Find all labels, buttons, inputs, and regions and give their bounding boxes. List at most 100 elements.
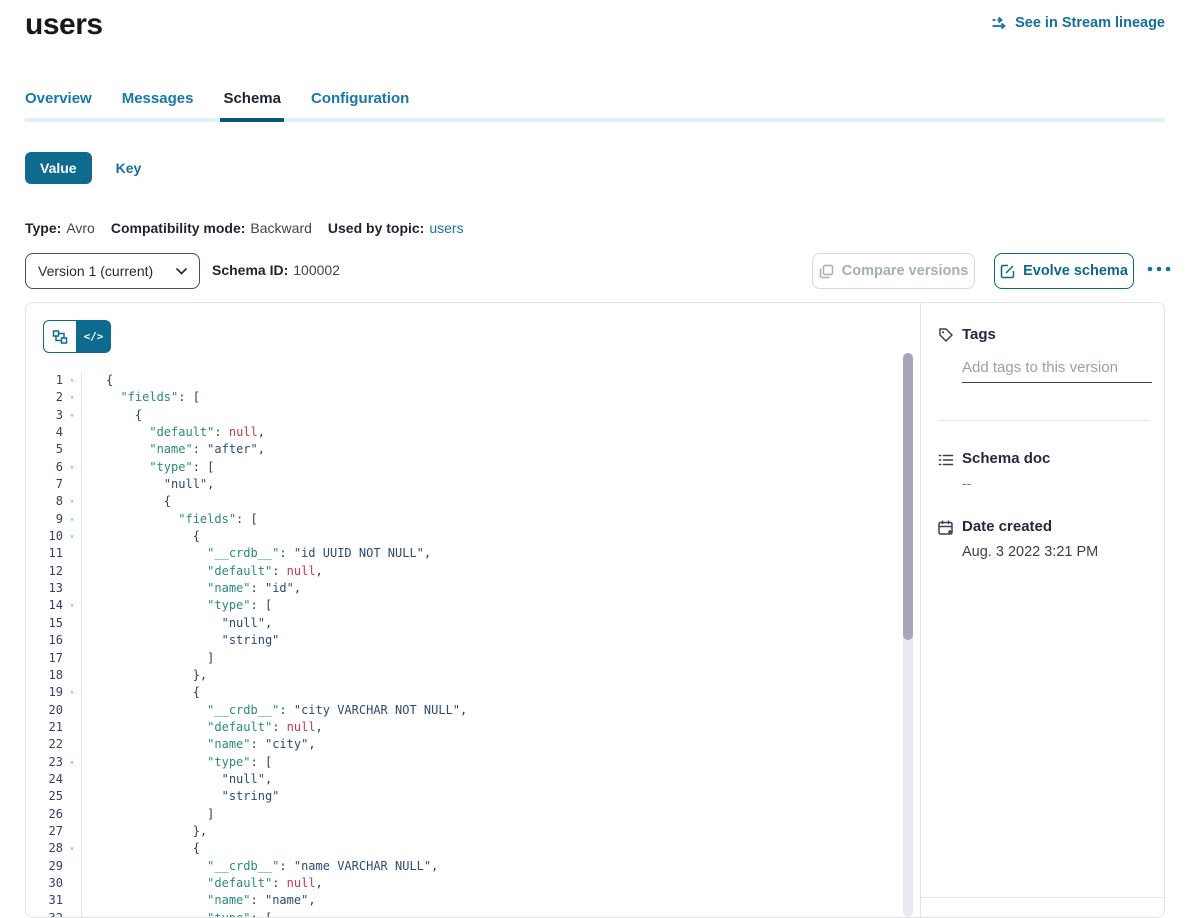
code-content: {: [106, 528, 200, 545]
editor-view-toggle: </>: [43, 320, 111, 353]
fold-arrow-icon[interactable]: ▾: [63, 372, 81, 389]
fold-spacer: [63, 563, 81, 580]
fold-arrow-icon[interactable]: ▾: [63, 459, 81, 476]
code-content: "fields": [: [106, 389, 200, 406]
code-content: },: [106, 823, 207, 840]
line-number: 2: [26, 389, 63, 406]
schema-meta-row: Type: Avro Compatibility mode: Backward …: [25, 220, 464, 236]
line-number: 13: [26, 580, 63, 597]
fold-spacer: [63, 545, 81, 562]
see-in-stream-lineage-link[interactable]: See in Stream lineage: [991, 15, 1165, 31]
fold-spacer: [63, 632, 81, 649]
fold-arrow-icon[interactable]: ▾: [63, 511, 81, 528]
line-number: 19: [26, 684, 63, 701]
tab-overview[interactable]: Overview: [25, 90, 92, 117]
fold-spacer: [63, 580, 81, 597]
fold-spacer: [63, 719, 81, 736]
code-content: "__crdb__": "id UUID NOT NULL",: [106, 545, 431, 562]
code-content: },: [106, 667, 207, 684]
code-content: {: [106, 684, 200, 701]
schema-doc-value: --: [962, 475, 971, 491]
tags-input[interactable]: [962, 359, 1152, 383]
fold-spacer: [63, 736, 81, 753]
code-content: {: [106, 840, 200, 857]
evolve-schema-button[interactable]: Evolve schema: [994, 253, 1134, 289]
chevron-down-icon: [176, 268, 187, 275]
code-content: "null",: [106, 615, 272, 632]
line-number: 17: [26, 650, 63, 667]
stream-lineage-icon: [991, 16, 1008, 30]
fold-spacer: [63, 892, 81, 909]
code-content: {: [106, 407, 142, 424]
line-number: 15: [26, 615, 63, 632]
code-content: "null",: [106, 476, 214, 493]
fold-arrow-icon[interactable]: ▾: [63, 528, 81, 545]
ellipsis-icon: [1147, 266, 1171, 272]
page-title: users: [25, 8, 103, 42]
schema-id: Schema ID: 100002: [212, 262, 340, 278]
code-content: "type": [: [106, 754, 272, 771]
fold-arrow-icon[interactable]: ▾: [63, 754, 81, 771]
tab-configuration[interactable]: Configuration: [311, 90, 409, 117]
tree-view-button[interactable]: [43, 320, 77, 353]
fold-arrow-icon[interactable]: ▾: [63, 389, 81, 406]
key-button[interactable]: Key: [116, 160, 142, 176]
fold-spacer: [63, 858, 81, 875]
code-content: "string": [106, 632, 279, 649]
line-number: 7: [26, 476, 63, 493]
fold-spacer: [63, 476, 81, 493]
code-content: {: [106, 493, 171, 510]
tags-heading: Tags: [962, 326, 996, 343]
fold-spacer: [63, 667, 81, 684]
fold-spacer: [63, 823, 81, 840]
version-select[interactable]: Version 1 (current): [25, 253, 200, 289]
code-view-button[interactable]: </>: [77, 320, 111, 353]
sidebar-divider: [921, 897, 1165, 898]
line-number: 1: [26, 372, 63, 389]
code-content: "default": null,: [106, 719, 323, 736]
code-content: "name": "id",: [106, 580, 301, 597]
line-number: 6: [26, 459, 63, 476]
fold-arrow-icon[interactable]: ▾: [63, 493, 81, 510]
code-content: "type": [: [106, 597, 272, 614]
line-number: 18: [26, 667, 63, 684]
code-content: {: [106, 372, 113, 389]
edit-box-icon: [1000, 264, 1015, 279]
value-button[interactable]: Value: [25, 152, 92, 184]
fold-spacer: [63, 615, 81, 632]
topic-link[interactable]: users: [429, 220, 463, 236]
line-number: 14: [26, 597, 63, 614]
sidebar-divider: [938, 420, 1150, 421]
compatibility-value: Backward: [250, 220, 311, 236]
lineage-link-label: See in Stream lineage: [1015, 15, 1165, 31]
compare-versions-button[interactable]: Compare versions: [812, 253, 975, 289]
tab-schema[interactable]: Schema: [223, 90, 281, 117]
fold-arrow-icon[interactable]: ▾: [63, 840, 81, 857]
fold-spacer: [63, 650, 81, 667]
fold-arrow-icon[interactable]: ▾: [63, 910, 81, 918]
line-number: 12: [26, 563, 63, 580]
line-number: 16: [26, 632, 63, 649]
list-icon: [937, 451, 955, 469]
compare-versions-label: Compare versions: [842, 263, 969, 279]
code-content: "name": "name",: [106, 892, 316, 909]
evolve-schema-label: Evolve schema: [1023, 263, 1128, 279]
code-content: ]: [106, 650, 214, 667]
line-number: 10: [26, 528, 63, 545]
code-content: "default": null,: [106, 563, 323, 580]
editor-scrollbar-thumb[interactable]: [903, 353, 913, 640]
line-number: 29: [26, 858, 63, 875]
more-options-button[interactable]: [1146, 260, 1172, 278]
code-content: "default": null,: [106, 424, 265, 441]
fold-arrow-icon[interactable]: ▾: [63, 407, 81, 424]
line-number: 11: [26, 545, 63, 562]
line-number: 25: [26, 788, 63, 805]
fold-arrow-icon[interactable]: ▾: [63, 684, 81, 701]
tab-messages[interactable]: Messages: [122, 90, 194, 117]
code-content: "__crdb__": "name VARCHAR NULL",: [106, 858, 438, 875]
line-number: 3: [26, 407, 63, 424]
fold-arrow-icon[interactable]: ▾: [63, 597, 81, 614]
line-number: 31: [26, 892, 63, 909]
line-number: 5: [26, 441, 63, 458]
code-content: "name": "city",: [106, 736, 316, 753]
